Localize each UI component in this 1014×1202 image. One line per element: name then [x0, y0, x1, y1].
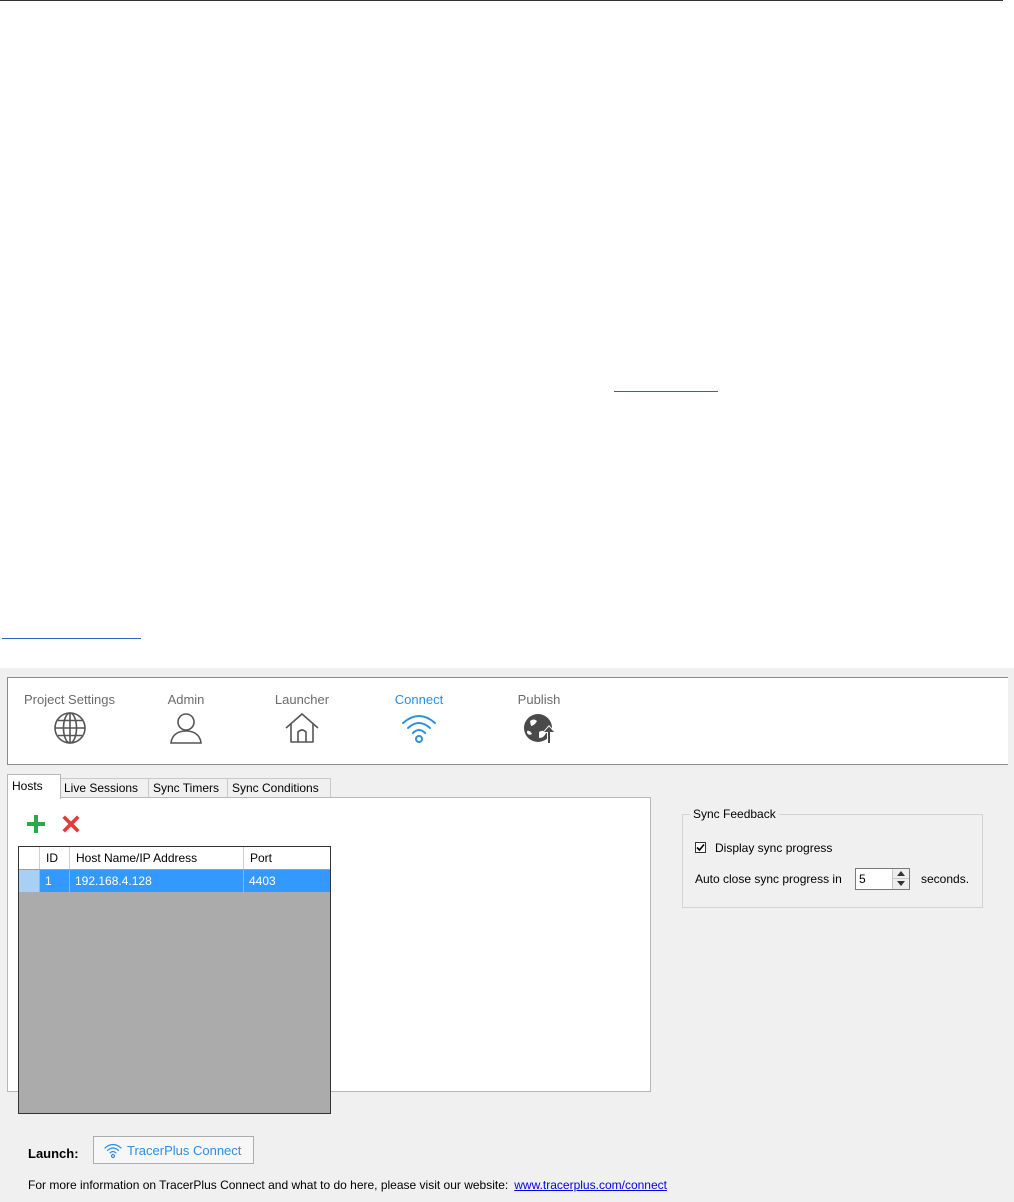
- add-host-button[interactable]: [24, 812, 48, 836]
- nav-label: Admin: [167, 692, 205, 707]
- info-footer: For more information on TracerPlus Conne…: [28, 1178, 667, 1192]
- info-text: For more information on TracerPlus Conne…: [28, 1178, 509, 1192]
- user-icon: [170, 713, 202, 744]
- sync-feedback-group: Sync Feedback Display sync progress Auto…: [682, 807, 983, 908]
- nav-label: Connect: [394, 692, 444, 707]
- tab-live-sessions[interactable]: Live Sessions: [59, 778, 149, 798]
- column-header-port[interactable]: Port: [244, 847, 330, 869]
- stepper-down-button[interactable]: [893, 879, 909, 889]
- group-title: Sync Feedback: [690, 807, 779, 821]
- wifi-icon: [402, 715, 436, 743]
- tab-label: Hosts: [12, 779, 43, 793]
- auto-close-label: Auto close sync progress in: [695, 872, 842, 886]
- tab-label: Sync Conditions: [232, 781, 319, 795]
- auto-close-seconds-stepper[interactable]: [855, 868, 910, 890]
- row-header[interactable]: [19, 870, 40, 892]
- stepper-buttons: [892, 869, 909, 889]
- nav-launcher[interactable]: Launcher: [266, 678, 338, 764]
- cell-host: 192.168.4.128: [70, 870, 244, 892]
- auto-close-suffix: seconds.: [921, 872, 970, 886]
- document-top-rule: [0, 0, 1003, 1]
- tab-sync-timers[interactable]: Sync Timers: [148, 778, 228, 798]
- document-link-underline: [2, 638, 141, 639]
- nav-connect[interactable]: Connect: [384, 678, 454, 764]
- nav-project-settings[interactable]: Project Settings: [21, 678, 118, 764]
- table-row[interactable]: 1 192.168.4.128 4403: [19, 870, 330, 892]
- publish-globe-icon: [524, 714, 556, 744]
- tab-hosts[interactable]: Hosts: [7, 774, 61, 799]
- launch-button-label: TracerPlus Connect: [127, 1143, 242, 1158]
- column-header-id[interactable]: ID: [40, 847, 70, 869]
- nav-label: Project Settings: [23, 692, 116, 707]
- main-nav-ribbon: Project Settings Admin Launcher Connect …: [7, 677, 1008, 765]
- tab-label: Sync Timers: [153, 781, 220, 795]
- grid-header: ID Host Name/IP Address Port: [19, 847, 330, 870]
- checkbox-label: Display sync progress: [715, 841, 833, 855]
- row-header-corner: [19, 847, 40, 869]
- nav-label: Launcher: [274, 692, 330, 707]
- check-icon: [696, 843, 705, 852]
- delete-host-button[interactable]: [59, 812, 83, 836]
- wifi-icon: [104, 1143, 122, 1159]
- column-header-host[interactable]: Host Name/IP Address: [70, 847, 244, 869]
- website-link[interactable]: www.tracerplus.com/connect: [514, 1178, 667, 1192]
- plus-icon: [27, 815, 45, 833]
- close-icon: [62, 815, 80, 833]
- home-icon: [285, 713, 319, 743]
- cell-port: 4403: [249, 874, 276, 888]
- launch-tracerplus-connect-button[interactable]: TracerPlus Connect: [93, 1136, 254, 1164]
- caret-up-icon: [897, 871, 905, 876]
- auto-close-seconds-input[interactable]: [856, 869, 895, 889]
- nav-publish[interactable]: Publish: [506, 678, 572, 764]
- document-link-underline: [614, 391, 718, 392]
- checkbox-box[interactable]: [695, 842, 706, 853]
- app-window: Project Settings Admin Launcher Connect …: [0, 668, 1014, 1202]
- tab-sync-conditions[interactable]: Sync Conditions: [227, 778, 331, 798]
- tab-label: Live Sessions: [64, 781, 139, 795]
- stepper-up-button[interactable]: [893, 869, 909, 879]
- hosts-grid[interactable]: ID Host Name/IP Address Port 1 192.168.4…: [18, 846, 331, 1114]
- hosts-tab-panel: ID Host Name/IP Address Port 1 192.168.4…: [7, 797, 651, 1114]
- globe-icon: [53, 712, 86, 744]
- caret-down-icon: [897, 881, 905, 886]
- nav-admin[interactable]: Admin: [155, 678, 217, 764]
- cell-id: 1: [40, 870, 70, 892]
- launch-label: Launch:: [28, 1146, 79, 1161]
- nav-label: Publish: [517, 692, 561, 707]
